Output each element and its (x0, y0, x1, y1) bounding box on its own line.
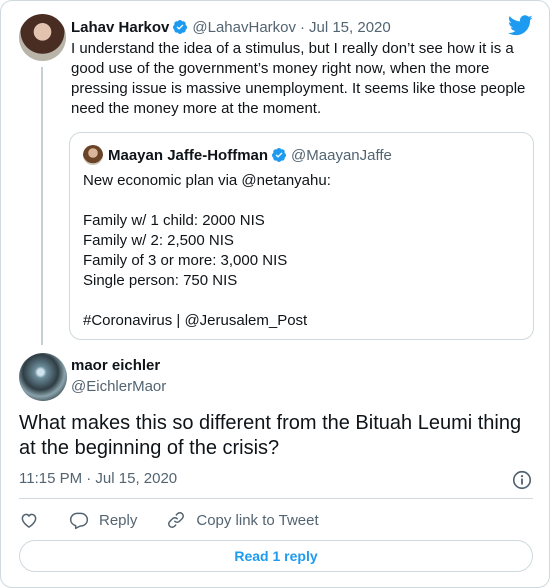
quoted-text-line: Family w/ 1 child: 2000 NIS (83, 212, 265, 229)
link-icon (168, 512, 185, 528)
parent-author-name[interactable]: Lahav Harkov (71, 19, 169, 36)
parent-author-avatar[interactable] (19, 14, 66, 61)
parent-tweet-text: I understand the idea of a stimulus, but… (71, 40, 526, 117)
tweet-actions-bar: Reply Copy link to Tweet (19, 509, 319, 531)
parent-tweet-header: Lahav Harkov @LahavHarkov · Jul 15, 2020 (71, 17, 391, 37)
reply-tweet-text: What makes this so different from the Bi… (19, 412, 522, 459)
quoted-author-name: Maayan Jaffe-Hoffman (108, 146, 269, 164)
tweet-embed-card: Lahav Harkov @LahavHarkov · Jul 15, 2020… (0, 0, 550, 588)
quoted-text-line (83, 291, 523, 311)
quoted-tweet-header: Maayan Jaffe-Hoffman @MaayanJaffe (83, 145, 392, 165)
verified-badge-icon (272, 148, 287, 162)
copy-link-button[interactable]: Copy link to Tweet (166, 510, 319, 530)
quoted-text-line (83, 191, 523, 211)
parent-tweet-date[interactable]: Jul 15, 2020 (309, 19, 391, 36)
copy-link-label: Copy link to Tweet (196, 511, 319, 529)
twitter-bird-icon[interactable] (508, 15, 533, 36)
verified-badge-icon (173, 20, 188, 34)
parent-author-handle[interactable]: @LahavHarkov (192, 19, 296, 36)
heart-icon (21, 513, 37, 528)
reply-author-name[interactable]: maor eichler (71, 357, 160, 374)
quoted-tweet-text: New economic plan via @netanyahu: Family… (83, 171, 523, 331)
thread-connector-line (41, 67, 43, 345)
reply-button-label: Reply (99, 511, 138, 529)
speech-bubble-icon (69, 512, 89, 530)
quoted-text-line: Family w/ 2: 2,500 NIS (83, 232, 234, 249)
reply-button[interactable]: Reply (69, 510, 137, 530)
quoted-tweet[interactable]: Maayan Jaffe-Hoffman @MaayanJaffe New ec… (69, 132, 534, 340)
quoted-text-line: Single person: 750 NIS (83, 272, 238, 289)
quoted-text-line: #Coronavirus | @Jerusalem_Post (83, 312, 308, 329)
like-button[interactable] (19, 510, 39, 530)
reply-author-avatar[interactable] (19, 353, 67, 401)
read-replies-button[interactable]: Read 1 reply (19, 540, 533, 572)
actions-divider (19, 498, 533, 499)
quoted-author-handle: @MaayanJaffe (291, 146, 392, 164)
reply-timestamp[interactable]: 11:15 PM · Jul 15, 2020 (19, 470, 177, 487)
quoted-author-avatar (83, 145, 103, 165)
reply-author-handle[interactable]: @EichlerMaor (71, 378, 166, 395)
header-separator: · (300, 18, 305, 36)
quoted-text-line: Family of 3 or more: 3,000 NIS (83, 252, 288, 269)
info-icon[interactable] (511, 469, 533, 491)
quoted-text-line: New economic plan via @netanyahu: (83, 172, 331, 189)
